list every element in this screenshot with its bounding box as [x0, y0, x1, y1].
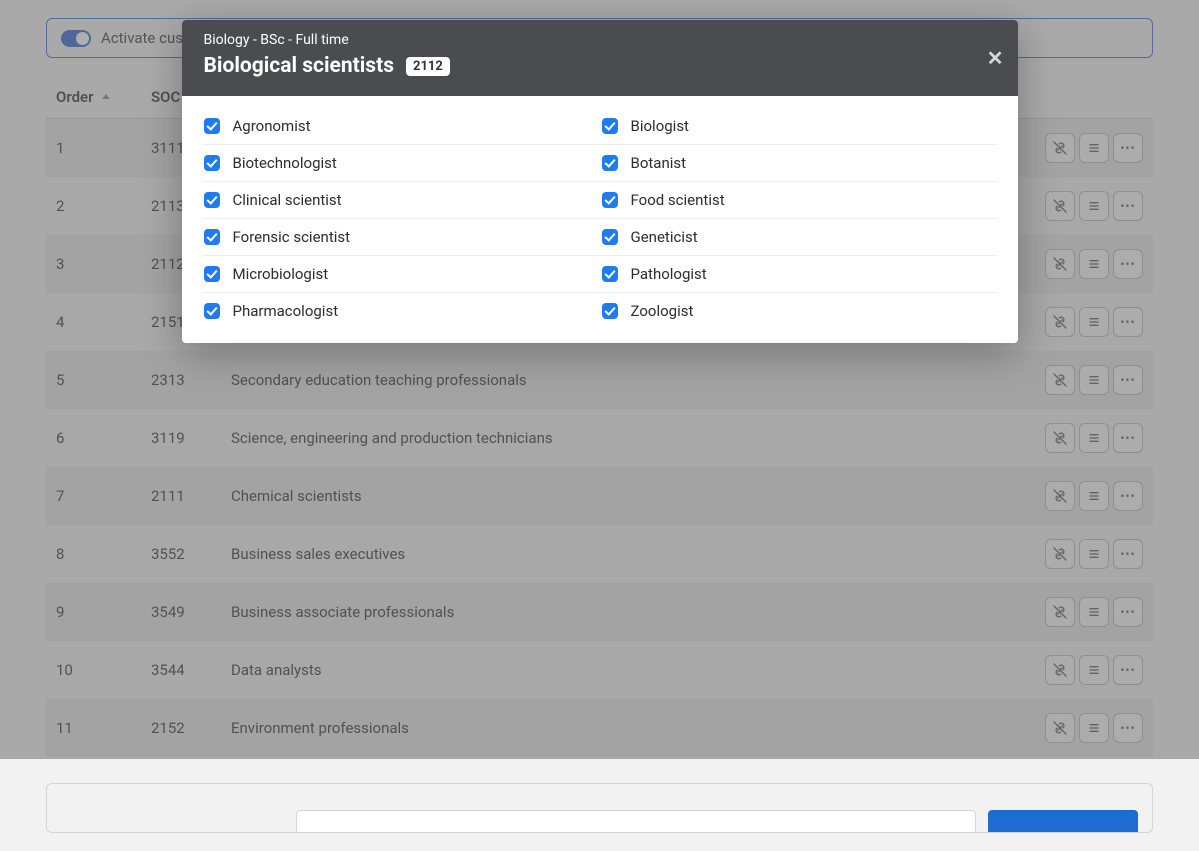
- bottom-input[interactable]: [296, 810, 976, 833]
- check-label: Pharmacologist: [233, 302, 339, 320]
- check-label: Zoologist: [631, 302, 694, 320]
- checkbox[interactable]: [204, 192, 220, 208]
- check-label: Botanist: [631, 154, 687, 172]
- check-label: Microbiologist: [233, 265, 329, 283]
- modal-title: Biological scientists: [204, 54, 394, 78]
- check-label: Clinical scientist: [233, 191, 342, 209]
- close-icon[interactable]: ✕: [987, 46, 1004, 70]
- checkbox[interactable]: [602, 229, 618, 245]
- check-label: Biologist: [631, 117, 689, 135]
- modal-body: Agronomist Biologist Biotechnologist Botani…: [182, 96, 1018, 343]
- modal-code-badge: 2112: [406, 57, 450, 76]
- check-label: Forensic scientist: [233, 228, 351, 246]
- checkbox[interactable]: [602, 303, 618, 319]
- check-item[interactable]: Geneticist: [600, 219, 998, 255]
- modal-header: Biology - BSc - Full time Biological sci…: [182, 20, 1018, 96]
- checkbox[interactable]: [602, 118, 618, 134]
- checkbox[interactable]: [204, 155, 220, 171]
- check-label: Pathologist: [631, 265, 707, 283]
- check-row: Clinical scientist Food scientist: [202, 182, 998, 219]
- bottom-primary-button[interactable]: [988, 810, 1138, 833]
- check-item[interactable]: Agronomist: [202, 108, 600, 144]
- checkbox[interactable]: [602, 192, 618, 208]
- checkbox[interactable]: [602, 155, 618, 171]
- check-item[interactable]: Clinical scientist: [202, 182, 600, 218]
- check-label: Geneticist: [631, 228, 698, 246]
- check-label: Food scientist: [631, 191, 725, 209]
- checkbox[interactable]: [204, 303, 220, 319]
- check-row: Biotechnologist Botanist: [202, 145, 998, 182]
- check-row: Forensic scientist Geneticist: [202, 219, 998, 256]
- check-item[interactable]: Food scientist: [600, 182, 998, 218]
- checkbox[interactable]: [204, 266, 220, 282]
- check-item[interactable]: Microbiologist: [202, 256, 600, 292]
- check-row: Agronomist Biologist: [202, 108, 998, 145]
- check-item[interactable]: Forensic scientist: [202, 219, 600, 255]
- check-item[interactable]: Biologist: [600, 108, 998, 144]
- check-row: Microbiologist Pathologist: [202, 256, 998, 293]
- check-label: Biotechnologist: [233, 154, 337, 172]
- check-item[interactable]: Biotechnologist: [202, 145, 600, 181]
- checkbox[interactable]: [204, 118, 220, 134]
- check-item[interactable]: Pharmacologist: [202, 293, 600, 329]
- modal-overlay: Biology - BSc - Full time Biological sci…: [0, 0, 1199, 759]
- check-row: Pharmacologist Zoologist: [202, 293, 998, 329]
- bottom-panel: [46, 783, 1153, 833]
- checkbox[interactable]: [204, 229, 220, 245]
- checkbox[interactable]: [602, 266, 618, 282]
- check-item[interactable]: Zoologist: [600, 293, 998, 329]
- biological-scientists-modal: Biology - BSc - Full time Biological sci…: [182, 20, 1018, 343]
- check-label: Agronomist: [233, 117, 311, 135]
- check-item[interactable]: Botanist: [600, 145, 998, 181]
- modal-subheading: Biology - BSc - Full time: [204, 32, 996, 48]
- check-item[interactable]: Pathologist: [600, 256, 998, 292]
